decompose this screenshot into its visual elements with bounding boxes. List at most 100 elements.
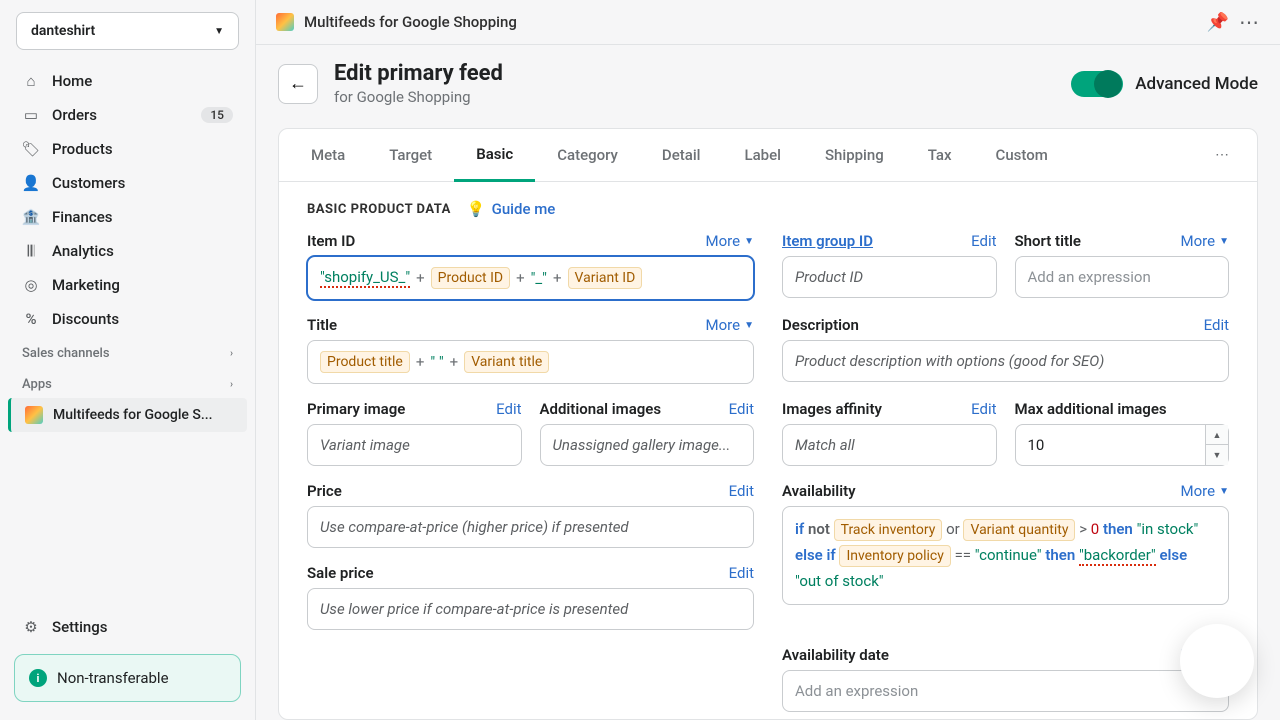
store-name: danteshirt	[31, 23, 95, 39]
edit-images-affinity[interactable]: Edit	[971, 400, 996, 418]
nav-products[interactable]: 🏷 Products	[8, 132, 247, 166]
availability-input[interactable]: if not Track inventory or Variant quanti…	[782, 506, 1229, 605]
chevron-right-icon: ›	[230, 379, 233, 390]
section-title: BASIC PRODUCT DATA	[307, 202, 451, 217]
tag-icon: 🏷	[22, 140, 40, 158]
guide-me-link[interactable]: 💡Guide me	[467, 200, 555, 218]
label-description: Description	[782, 316, 859, 334]
more-availability[interactable]: More ▼	[1181, 482, 1229, 500]
advanced-mode-toggle[interactable]	[1071, 71, 1123, 97]
help-fab[interactable]	[1180, 624, 1254, 698]
label-max-additional: Max additional images	[1015, 400, 1167, 418]
nav-marketing[interactable]: ◎Marketing	[8, 268, 247, 302]
edit-description[interactable]: Edit	[1204, 316, 1229, 334]
label-short-title: Short title	[1015, 232, 1082, 250]
nav-section-sales[interactable]: Sales channels›	[8, 336, 247, 367]
advanced-mode-label: Advanced Mode	[1135, 74, 1258, 94]
price-input[interactable]: Use compare-at-price (higher price) if p…	[307, 506, 754, 548]
label-availability: Availability	[782, 482, 856, 500]
nav-finances[interactable]: 🏦 Finances	[8, 200, 247, 234]
info-text: Non-transferable	[57, 669, 169, 687]
short-title-input[interactable]: Add an expression	[1015, 256, 1230, 298]
nav-orders[interactable]: ▭Orders15	[8, 98, 247, 132]
sidebar-item-multifeeds[interactable]: Multifeeds for Google S...	[8, 398, 247, 432]
more-icon[interactable]: ⋯	[1239, 10, 1260, 34]
bank-icon: 🏦	[22, 208, 40, 226]
app-item-label: Multifeeds for Google S...	[53, 407, 213, 423]
nav-label: Orders	[52, 106, 97, 124]
page-subtitle: for Google Shopping	[334, 88, 503, 106]
tab-category[interactable]: Category	[535, 130, 640, 180]
discount-icon: %	[22, 310, 40, 328]
step-up[interactable]: ▲	[1206, 425, 1228, 445]
lightbulb-icon: 💡	[467, 200, 486, 218]
title-input[interactable]: Product title+ " "+ Variant title	[307, 340, 754, 384]
tab-shipping[interactable]: Shipping	[803, 130, 906, 180]
label-item-id: Item ID	[307, 232, 355, 250]
nav-label: Products	[52, 140, 113, 158]
nav-label: Discounts	[52, 310, 119, 328]
nav-analytics[interactable]: 𝄃𝄃Analytics	[8, 234, 247, 268]
person-icon: 👤	[22, 174, 40, 192]
chart-icon: 𝄃𝄃	[22, 242, 40, 260]
nav-home[interactable]: ⌂Home	[8, 64, 247, 98]
label-title: Title	[307, 316, 337, 334]
more-item-id[interactable]: More ▼	[706, 232, 754, 250]
max-additional-input[interactable]: 10 ▲▼	[1015, 424, 1230, 466]
nav-label: Home	[52, 72, 92, 90]
primary-image-input[interactable]: Variant image	[307, 424, 522, 466]
more-title[interactable]: More ▼	[706, 316, 754, 334]
label-item-group-id[interactable]: Item group ID	[782, 232, 873, 250]
sidebar: danteshirt ▼ ⌂Home ▭Orders15 🏷Products 👤…	[0, 0, 256, 720]
caret-down-icon: ▼	[744, 236, 754, 247]
tabs-overflow[interactable]: ⋯	[1199, 137, 1247, 173]
label-images-affinity: Images affinity	[782, 400, 882, 418]
caret-down-icon: ▼	[1219, 486, 1229, 497]
edit-additional-images[interactable]: Edit	[729, 400, 754, 418]
label-additional-images: Additional images	[540, 400, 662, 418]
description-input[interactable]: Product description with options (good f…	[782, 340, 1229, 382]
item-id-input[interactable]: "shopify_US_"+ Product ID+ "_"+ Variant …	[307, 256, 754, 300]
tab-detail[interactable]: Detail	[640, 130, 723, 180]
availability-date-input[interactable]: Add an expression	[782, 670, 1229, 712]
edit-item-group-id[interactable]: Edit	[971, 232, 996, 250]
tab-meta[interactable]: Meta	[289, 130, 367, 180]
store-selector[interactable]: danteshirt ▼	[16, 12, 239, 50]
label-sale-price: Sale price	[307, 564, 374, 582]
chevron-down-icon: ▼	[214, 26, 224, 37]
nav-label: Finances	[52, 208, 112, 226]
step-down[interactable]: ▼	[1206, 445, 1228, 465]
topbar: Multifeeds for Google Shopping 📌 ⋯	[256, 0, 1280, 45]
orders-badge: 15	[201, 107, 233, 123]
label-availability-date: Availability date	[782, 646, 889, 664]
additional-images-input[interactable]: Unassigned gallery image...	[540, 424, 755, 466]
sale-price-input[interactable]: Use lower price if compare-at-price is p…	[307, 588, 754, 630]
app-title: Multifeeds for Google Shopping	[304, 13, 517, 31]
edit-sale-price[interactable]: Edit	[729, 564, 754, 582]
tab-tax[interactable]: Tax	[906, 130, 974, 180]
edit-price[interactable]: Edit	[729, 482, 754, 500]
tab-basic[interactable]: Basic	[454, 129, 535, 182]
nav-discounts[interactable]: % Discounts	[8, 302, 247, 336]
tabs: Meta Target Basic Category Detail Label …	[279, 129, 1257, 182]
back-button[interactable]: ←	[278, 64, 318, 104]
caret-down-icon: ▼	[1219, 236, 1229, 247]
pin-icon[interactable]: 📌	[1207, 12, 1229, 33]
edit-primary-image[interactable]: Edit	[496, 400, 521, 418]
tab-target[interactable]: Target	[367, 130, 454, 180]
gear-icon: ⚙	[22, 618, 40, 636]
images-affinity-input[interactable]: Match all	[782, 424, 997, 466]
app-logo-icon	[276, 13, 294, 31]
nav-settings[interactable]: ⚙Settings	[8, 610, 247, 644]
item-group-id-input[interactable]: Product ID	[782, 256, 997, 298]
caret-down-icon: ▼	[744, 320, 754, 331]
more-short-title[interactable]: More ▼	[1181, 232, 1229, 250]
nav-section-apps[interactable]: Apps›	[8, 367, 247, 398]
tab-custom[interactable]: Custom	[974, 130, 1070, 180]
nav-label: Customers	[52, 174, 125, 192]
nav-customers[interactable]: 👤 Customers	[8, 166, 247, 200]
tab-label[interactable]: Label	[722, 130, 802, 180]
app-logo-icon	[25, 406, 43, 424]
info-icon: i	[29, 669, 47, 687]
chevron-right-icon: ›	[230, 348, 233, 359]
